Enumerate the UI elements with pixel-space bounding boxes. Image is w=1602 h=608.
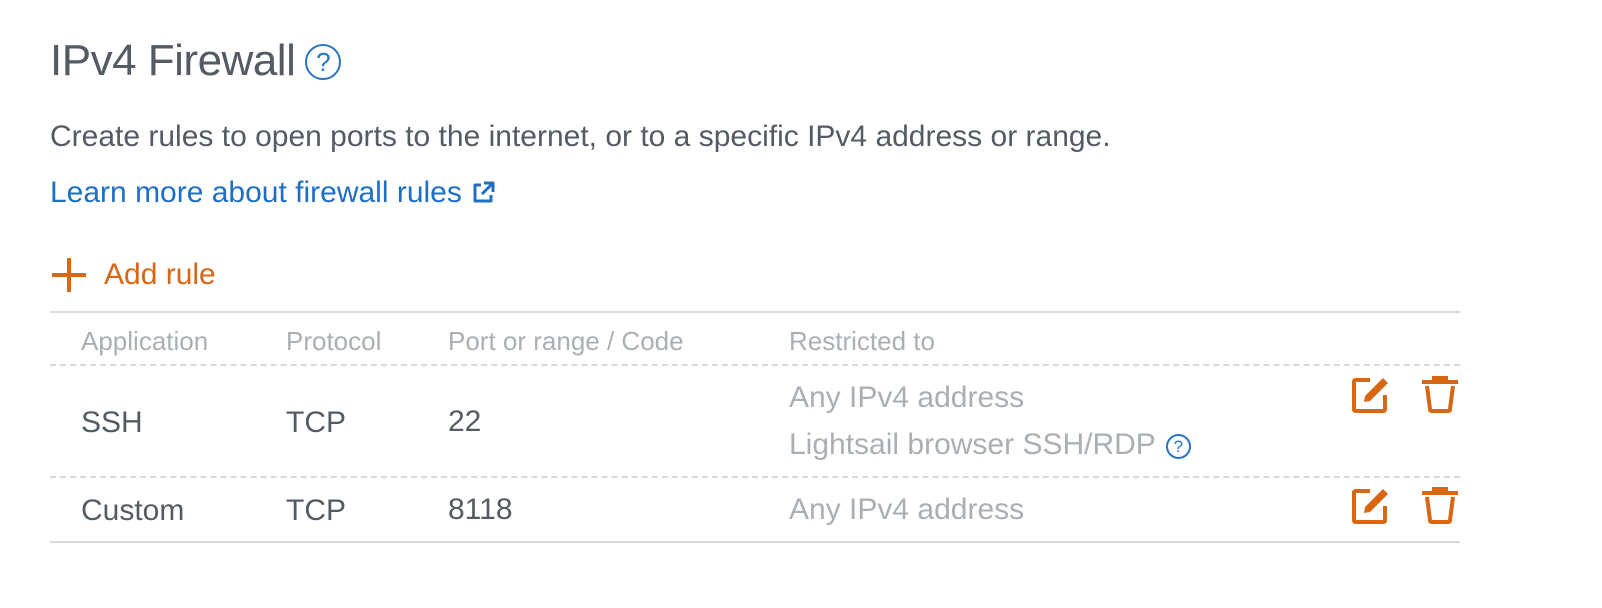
- trash-icon[interactable]: [1420, 375, 1460, 415]
- firewall-rules-table: Application Protocol Port or range / Cod…: [50, 311, 1460, 543]
- add-rule-button[interactable]: Add rule: [50, 256, 216, 294]
- external-link-icon: [473, 181, 495, 203]
- column-header-port: Port or range / Code: [448, 326, 684, 356]
- cell-restricted-to: Any IPv4 address: [789, 493, 1025, 526]
- description: Create rules to open ports to the intern…: [50, 120, 1111, 153]
- cell-port: 8118: [448, 493, 513, 526]
- cell-protocol: TCP: [286, 406, 346, 439]
- table-header: Application Protocol Port or range / Cod…: [50, 311, 1460, 366]
- cell-application: Custom: [81, 494, 185, 527]
- help-icon[interactable]: ?: [305, 44, 342, 80]
- title-row: IPv4 Firewall ?: [50, 36, 342, 86]
- cell-restricted-to-secondary: Lightsail browser SSH/RDP?: [789, 428, 1191, 462]
- edit-icon[interactable]: [1350, 486, 1390, 526]
- cell-restricted-to: Any IPv4 address: [789, 381, 1025, 414]
- restricted-label: Lightsail browser SSH/RDP: [789, 428, 1156, 461]
- table-row: Custom TCP 8118 Any IPv4 address: [50, 478, 1460, 543]
- learn-more-label: Learn more about firewall rules: [50, 176, 462, 209]
- plus-icon: [52, 258, 86, 292]
- edit-icon[interactable]: [1350, 375, 1390, 415]
- learn-more-link[interactable]: Learn more about firewall rules: [50, 176, 496, 210]
- column-header-restricted-to: Restricted to: [789, 326, 935, 356]
- add-rule-label: Add rule: [104, 258, 216, 291]
- help-icon[interactable]: ?: [1165, 434, 1191, 459]
- table-row: SSH TCP 22 Any IPv4 address Lightsail br…: [50, 366, 1460, 478]
- cell-port: 22: [448, 405, 482, 438]
- trash-icon[interactable]: [1420, 486, 1460, 526]
- cell-application: SSH: [81, 406, 143, 439]
- cell-protocol: TCP: [286, 494, 346, 527]
- column-header-application: Application: [81, 326, 209, 356]
- column-header-protocol: Protocol: [286, 326, 382, 356]
- page-title: IPv4 Firewall: [50, 36, 296, 85]
